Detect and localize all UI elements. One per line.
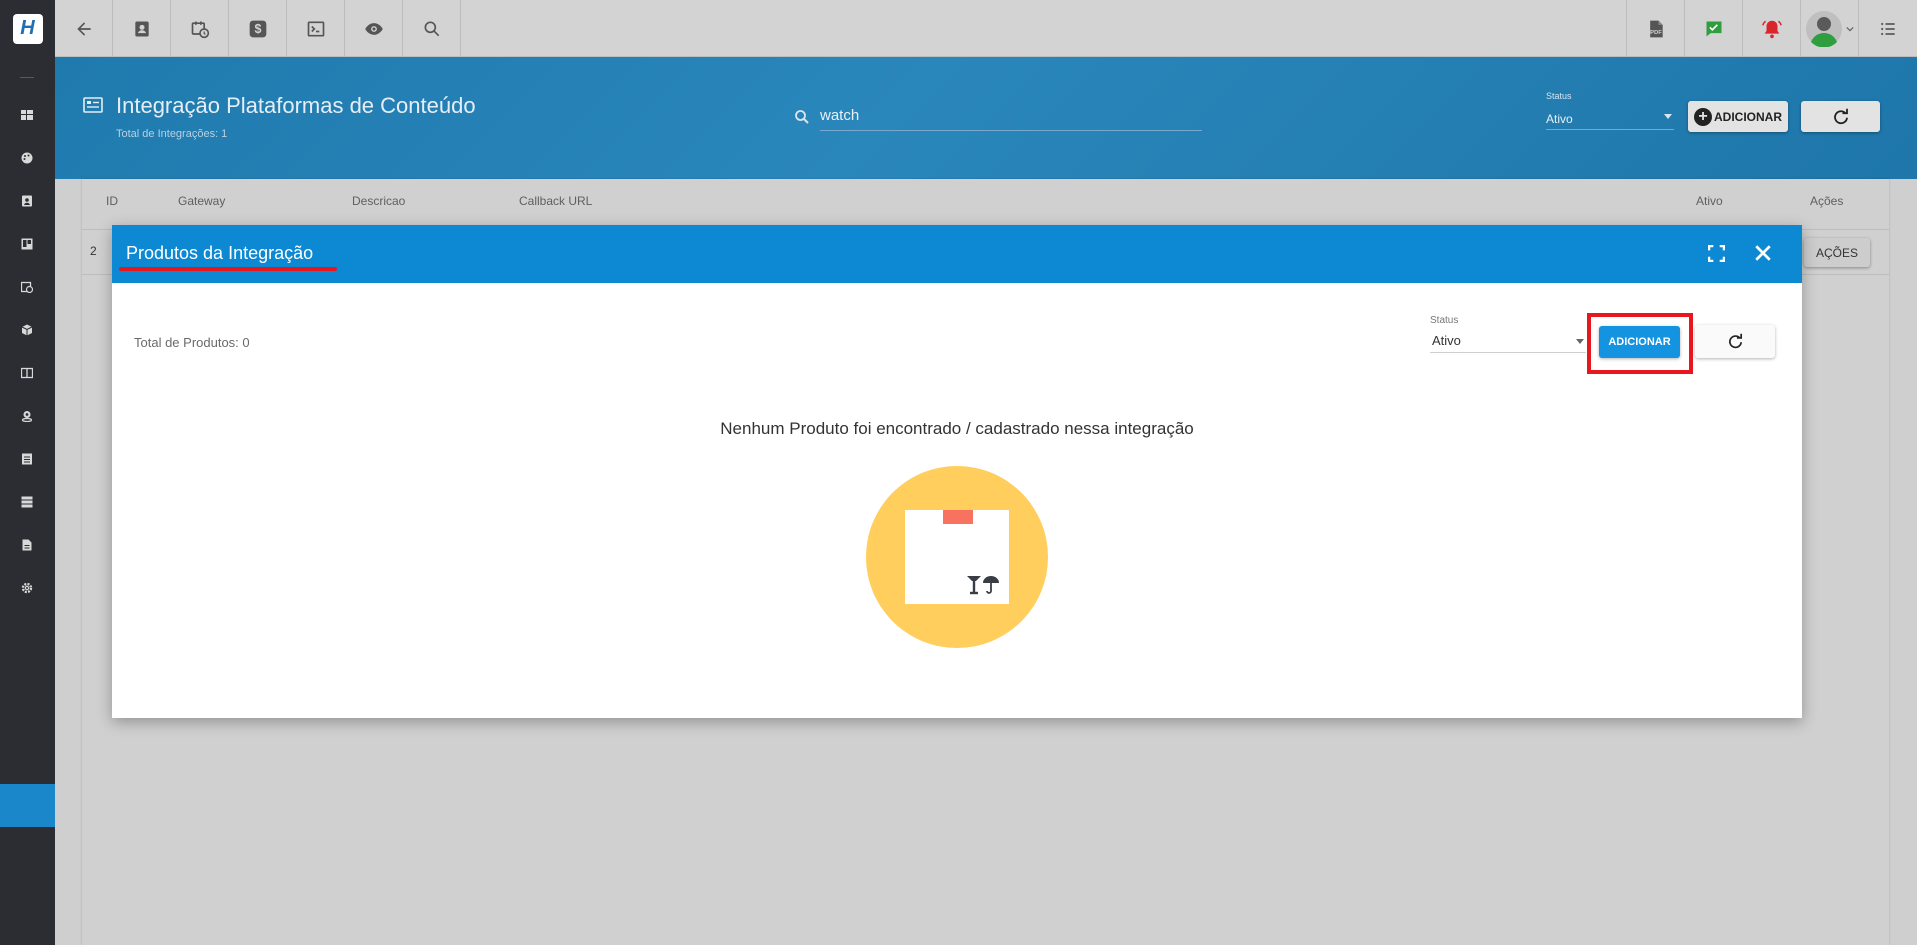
palette-icon <box>21 152 33 164</box>
dollar-icon: $ <box>249 20 266 37</box>
search-input[interactable]: watch <box>820 105 1202 131</box>
add-product-button[interactable]: ADICIONAR <box>1599 326 1680 358</box>
column-header-ativo: Ativo <box>1696 194 1723 208</box>
alarm-bell-icon <box>1761 20 1782 38</box>
empty-box-illustration <box>866 466 1048 648</box>
eye-icon <box>364 22 383 35</box>
row-id: 2 <box>90 244 97 258</box>
modal-status-label: Status <box>1430 315 1459 326</box>
refresh-icon <box>1728 333 1742 349</box>
search-icon <box>795 110 809 124</box>
column-header-descricao: Descricao <box>352 194 406 208</box>
sidebar-divider <box>20 77 34 78</box>
modal-status-select[interactable]: Ativo <box>1430 329 1586 353</box>
sidebar-item-book[interactable] <box>19 365 35 381</box>
menu-button[interactable] <box>1858 0 1917 57</box>
fullscreen-icon[interactable] <box>1708 245 1725 262</box>
modal-header: Produtos da Integração <box>112 225 1802 283</box>
search-button[interactable] <box>403 0 461 57</box>
dashboard-icon <box>21 110 33 120</box>
app-logo[interactable]: H <box>0 0 55 57</box>
sidebar <box>0 57 55 945</box>
document-list-icon <box>22 453 32 465</box>
calendar-clock-icon <box>191 21 209 38</box>
dropdown-caret-icon <box>1664 114 1672 119</box>
sidebar-item-calendar[interactable] <box>19 279 35 295</box>
svg-text:$: $ <box>254 22 261 36</box>
top-bar: H $ PDF <box>0 0 1917 57</box>
sidebar-item-packages[interactable] <box>19 322 35 338</box>
page-subtitle: Total de Integrações: 1 <box>116 128 228 140</box>
dropdown-caret-icon <box>1576 339 1584 344</box>
messages-button[interactable] <box>1684 0 1742 57</box>
modal-refresh-button[interactable] <box>1695 325 1775 358</box>
terminal-icon <box>307 21 324 36</box>
sidebar-item-board[interactable] <box>19 236 35 252</box>
add-integration-label: ADICIONAR <box>1714 109 1782 124</box>
list-menu-icon <box>1881 22 1895 35</box>
pdf-button[interactable]: PDF <box>1626 0 1684 57</box>
sidebar-item-contacts[interactable] <box>19 193 35 209</box>
status-filter-label: Status <box>1546 91 1572 101</box>
svg-text:PDF: PDF <box>1650 30 1662 36</box>
add-integration-button[interactable]: + ADICIONAR <box>1688 101 1788 132</box>
sidebar-item-settings[interactable] <box>19 580 35 596</box>
board-icon <box>21 238 33 250</box>
storage-icon <box>21 496 33 508</box>
contacts-button[interactable] <box>113 0 171 57</box>
column-header-gateway: Gateway <box>178 194 226 208</box>
logo-mark: H <box>12 13 43 44</box>
empty-state-message: Nenhum Produto foi encontrado / cadastra… <box>720 419 1194 438</box>
view-button[interactable] <box>345 0 403 57</box>
products-total: Total de Produtos: 0 <box>134 335 250 350</box>
terminal-button[interactable] <box>287 0 345 57</box>
sidebar-item-location[interactable] <box>19 408 35 424</box>
column-header-id: ID <box>106 194 118 208</box>
schedule-button[interactable] <box>171 0 229 57</box>
status-filter-select[interactable]: Ativo <box>1546 108 1674 130</box>
products-modal: Produtos da Integração Total de Produtos… <box>112 225 1802 718</box>
user-menu[interactable] <box>1800 0 1858 57</box>
back-button[interactable] <box>55 0 113 57</box>
close-icon[interactable] <box>1754 244 1772 262</box>
page-title: Integração Plataformas de Conteúdo <box>116 93 476 118</box>
finance-button[interactable]: $ <box>229 0 287 57</box>
page-header: Integração Plataformas de Conteúdo Total… <box>55 57 1917 179</box>
sidebar-item-documents[interactable] <box>19 451 35 467</box>
file-icon <box>22 539 32 551</box>
chevron-down-icon <box>1845 26 1854 31</box>
sidebar-item-dashboard[interactable] <box>19 107 35 123</box>
column-header-callback-url: Callback URL <box>519 194 593 208</box>
book-icon <box>21 367 33 379</box>
title-highlight-underline <box>119 267 337 271</box>
sidebar-item-palette[interactable] <box>19 150 35 166</box>
modal-title: Produtos da Integração <box>126 243 314 263</box>
back-arrow-icon <box>76 21 91 36</box>
sidebar-active-item[interactable] <box>0 784 55 827</box>
refresh-button[interactable] <box>1801 101 1880 132</box>
sidebar-item-storage[interactable] <box>19 494 35 510</box>
pdf-icon: PDF <box>1650 20 1663 37</box>
calendar-icon <box>21 281 33 293</box>
column-header-acoes: Ações <box>1810 194 1844 208</box>
search-icon <box>424 21 439 36</box>
settings-icon <box>21 582 33 594</box>
integration-list-icon <box>83 97 103 113</box>
contact-card-icon <box>134 21 149 36</box>
package-icon <box>21 324 33 336</box>
location-icon <box>21 411 33 422</box>
add-circle-icon: + <box>1694 107 1712 126</box>
contact-icon <box>22 195 32 207</box>
sidebar-item-files[interactable] <box>19 537 35 553</box>
refresh-icon <box>1833 108 1848 124</box>
check-message-icon <box>1706 21 1721 36</box>
row-actions-button[interactable]: AÇÕES <box>1804 238 1870 267</box>
modal-status-value: Ativo <box>1432 333 1461 348</box>
status-filter-value: Ativo <box>1546 112 1573 126</box>
user-avatar <box>1805 10 1842 47</box>
alarm-button[interactable] <box>1742 0 1800 57</box>
